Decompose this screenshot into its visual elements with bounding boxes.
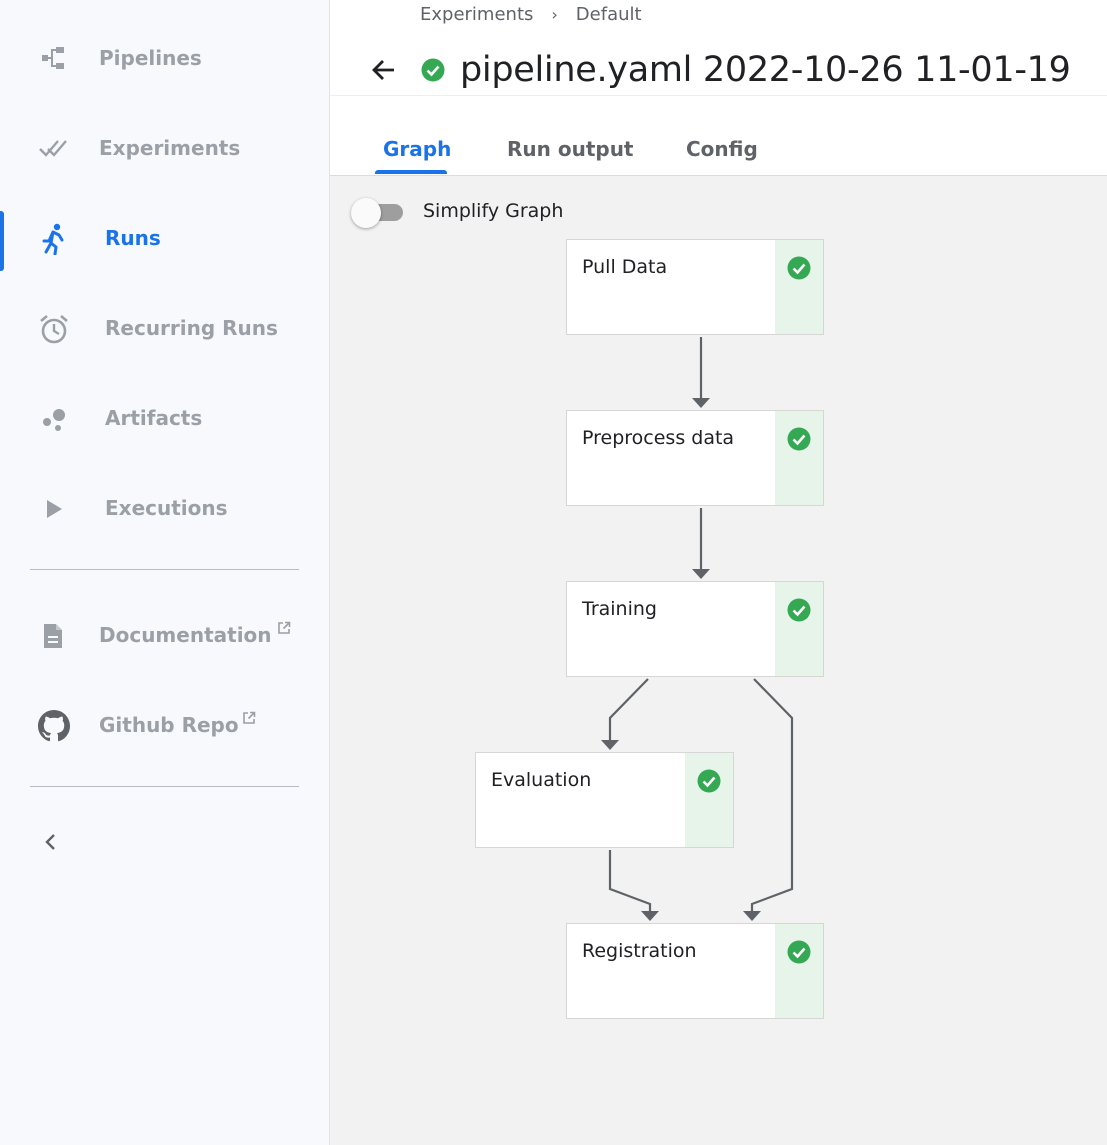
graph-node-registration[interactable]: Registration <box>566 923 824 1019</box>
arrow-left-icon <box>372 60 394 80</box>
sidebar-item-recurring-runs[interactable]: Recurring Runs <box>0 299 329 359</box>
check-circle-icon <box>787 256 811 280</box>
chevron-left-icon <box>43 832 59 856</box>
check-circle-icon <box>787 427 811 451</box>
tab-graph[interactable]: Graph <box>383 137 451 161</box>
toggle-thumb <box>351 198 381 228</box>
sidebar-item-experiments[interactable]: Experiments <box>0 119 329 179</box>
sidebar-item-pipelines[interactable]: Pipelines <box>0 29 329 89</box>
alarm-clock-icon <box>38 313 70 345</box>
collapse-sidebar-button[interactable] <box>36 829 66 859</box>
graph-node-evaluation[interactable]: Evaluation <box>475 752 734 848</box>
tab-run-output[interactable]: Run output <box>507 137 634 161</box>
check-circle-icon <box>787 940 811 964</box>
experiments-icon <box>38 133 70 165</box>
node-status <box>775 924 823 1018</box>
check-circle-icon <box>697 769 721 793</box>
node-label: Registration <box>582 940 697 962</box>
sidebar-link-documentation[interactable]: Documentation <box>0 606 329 666</box>
sidebar-divider <box>30 569 299 570</box>
title-row: pipeline.yaml 2022-10-26 11-01-19 <box>364 46 1071 94</box>
simplify-graph-label: Simplify Graph <box>423 200 564 222</box>
sidebar-item-label: Github Repo <box>99 713 239 737</box>
back-button[interactable] <box>364 50 404 90</box>
graph-node-pull-data[interactable]: Pull Data <box>566 239 824 335</box>
tab-bar: Graph Run output Config <box>330 125 1107 176</box>
breadcrumb: Experiments › Default <box>420 4 642 25</box>
simplify-graph-toggle[interactable] <box>351 197 403 228</box>
sidebar-link-github-repo[interactable]: Github Repo <box>0 696 329 756</box>
sidebar-item-label: Recurring Runs <box>105 316 278 340</box>
play-icon <box>38 493 70 525</box>
artifacts-icon <box>38 403 70 435</box>
node-label: Pull Data <box>582 256 668 278</box>
graph-node-training[interactable]: Training <box>566 581 824 677</box>
sidebar-item-executions[interactable]: Executions <box>0 479 329 539</box>
run-status-succeeded-icon <box>420 57 446 83</box>
breadcrumb-experiments[interactable]: Experiments <box>420 4 533 25</box>
header-divider <box>330 95 1107 96</box>
sidebar-item-label: Executions <box>105 496 228 520</box>
document-icon <box>37 620 69 652</box>
sidebar-divider <box>30 786 299 787</box>
graph-node-preprocess-data[interactable]: Preprocess data <box>566 410 824 506</box>
node-status <box>775 582 823 676</box>
sidebar-item-label: Pipelines <box>99 46 202 70</box>
node-label: Training <box>582 598 657 620</box>
sidebar-item-runs[interactable]: Runs <box>0 209 329 271</box>
node-label: Evaluation <box>491 769 592 791</box>
sidebar-item-artifacts[interactable]: Artifacts <box>0 389 329 449</box>
pipelines-icon <box>38 43 70 75</box>
sidebar-item-label: Documentation <box>99 623 272 647</box>
sidebar-item-label: Runs <box>105 226 161 250</box>
active-tab-indicator <box>375 170 447 174</box>
tab-config[interactable]: Config <box>686 137 758 161</box>
breadcrumb-default[interactable]: Default <box>576 4 642 25</box>
external-link-icon <box>277 620 291 634</box>
node-label: Preprocess data <box>582 427 735 449</box>
sidebar-item-label: Artifacts <box>105 406 203 430</box>
sidebar-item-label: Experiments <box>99 136 241 160</box>
breadcrumb-separator: › <box>551 5 558 24</box>
external-link-icon <box>242 710 256 724</box>
node-status <box>685 753 733 847</box>
runs-icon <box>38 223 70 255</box>
node-status <box>775 411 823 505</box>
check-circle-icon <box>787 598 811 622</box>
page-title: pipeline.yaml 2022-10-26 11-01-19 <box>460 50 1071 90</box>
node-status <box>775 240 823 334</box>
github-icon <box>38 710 70 742</box>
sidebar: Pipelines Experiments Runs Recurring Run… <box>0 0 330 1145</box>
